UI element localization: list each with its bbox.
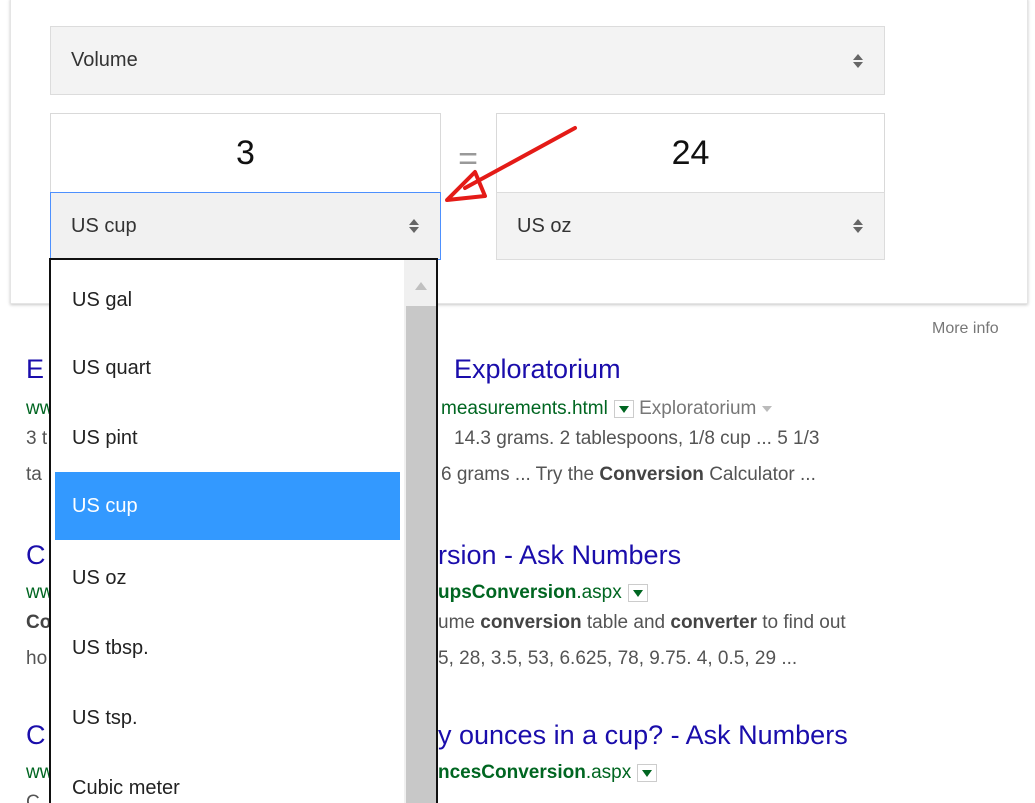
red-annotation-arrow-icon: [445, 126, 577, 202]
quantity-select[interactable]: Volume: [50, 26, 885, 95]
from-value-input[interactable]: 3: [50, 113, 441, 193]
result-source: Exploratorium: [639, 398, 757, 419]
more-info-link[interactable]: More info: [932, 320, 999, 338]
url-dropdown-icon[interactable]: [613, 399, 634, 418]
result-url-text: measurements.html: [441, 398, 608, 419]
unit-option-us-oz[interactable]: US oz: [55, 544, 400, 612]
result-snippet: 6 grams ... Try the Conversion Calculato…: [441, 464, 816, 485]
updown-arrows-icon: [406, 219, 422, 233]
result-title[interactable]: y ounces in a cup? - Ask Numbers: [438, 720, 848, 751]
result-snippet-left: 3 t: [26, 428, 48, 449]
result-snippet-left: C: [26, 792, 40, 803]
unit-option-us-gal[interactable]: US gal: [55, 266, 400, 334]
result-url: ncesConversion.aspx: [438, 762, 658, 784]
result-snippet: 14.3 grams. 2 tablespoons, 1/8 cup ... 5…: [454, 428, 820, 449]
result-snippet: 5, 28, 3.5, 53, 6.625, 78, 9.75. 4, 0.5,…: [438, 648, 798, 669]
unit-option-us-cup[interactable]: US cup: [55, 472, 400, 540]
source-dropdown-icon[interactable]: [762, 405, 773, 412]
result-snippet-left: ta: [26, 464, 42, 485]
result-url: measurements.html Exploratorium: [441, 398, 773, 420]
result-snippet: ume conversion table and converter to fi…: [438, 612, 846, 633]
quantity-select-label: Volume: [71, 49, 138, 71]
dropdown-scrollbar[interactable]: [404, 260, 436, 803]
unit-option-us-quart[interactable]: US quart: [55, 334, 400, 402]
result-title[interactable]: rsion - Ask Numbers: [438, 540, 681, 571]
result-title-left[interactable]: C: [26, 540, 46, 571]
scroll-up-arrow-icon[interactable]: [415, 282, 427, 290]
unit-option-us-tsp[interactable]: US tsp.: [55, 684, 400, 752]
url-dropdown-icon[interactable]: [627, 583, 648, 602]
updown-arrows-icon: [850, 219, 866, 233]
unit-option-us-tbsp[interactable]: US tbsp.: [55, 614, 400, 682]
unit-option-cubic-meter[interactable]: Cubic meter: [55, 754, 400, 803]
from-unit-label: US cup: [71, 214, 137, 237]
result-title-left[interactable]: C: [26, 720, 46, 751]
from-unit-select[interactable]: US cup: [50, 192, 441, 260]
url-dropdown-icon[interactable]: [637, 763, 658, 782]
result-title-left[interactable]: E: [26, 354, 44, 385]
scrollbar-thumb[interactable]: [406, 306, 436, 803]
result-snippet-left: ho: [26, 648, 48, 669]
result-title[interactable]: Exploratorium: [454, 354, 621, 385]
unit-dropdown-list[interactable]: US gal US quart US pint US cup US oz US …: [49, 258, 438, 803]
updown-arrows-icon: [850, 53, 866, 68]
result-url: upsConversion.aspx: [438, 582, 648, 604]
result-snippet-left: Co: [26, 612, 52, 633]
unit-option-us-pint[interactable]: US pint: [55, 404, 400, 472]
